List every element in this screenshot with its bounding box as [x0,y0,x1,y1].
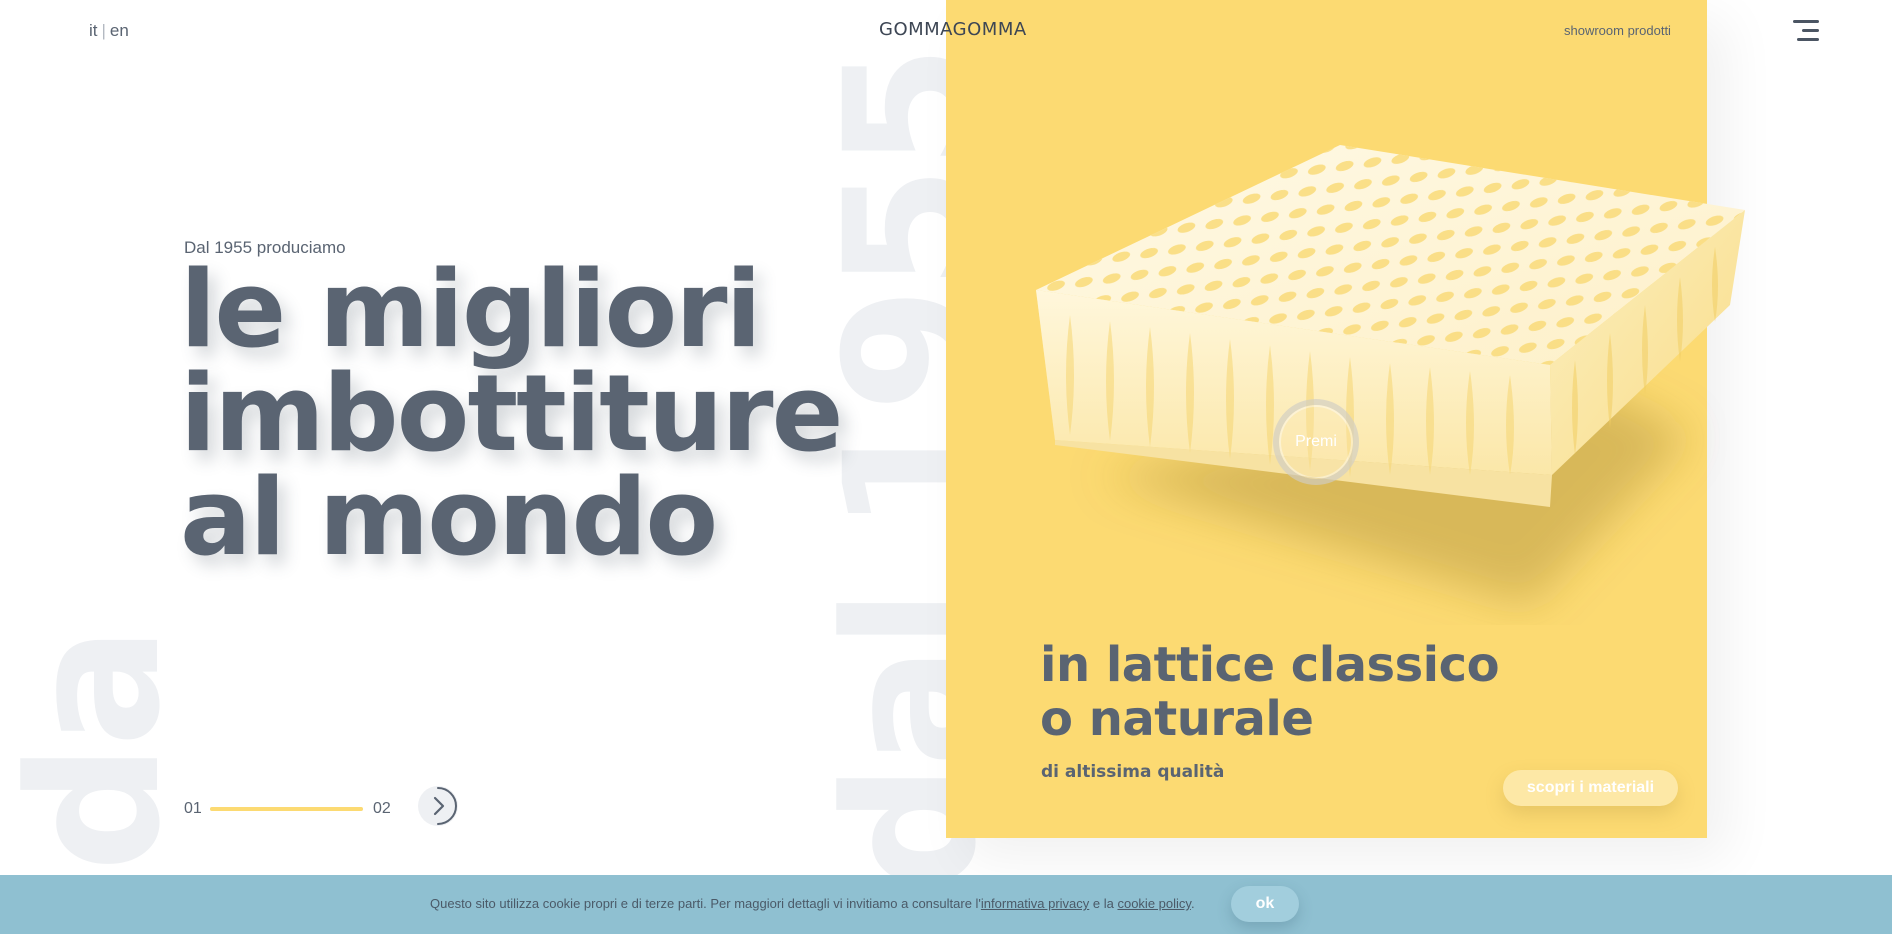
language-switcher: it | en [89,21,129,41]
background-word-da: da [0,629,200,872]
headline-line: al mondo [180,456,718,579]
cookie-accept-button[interactable]: ok [1231,886,1299,922]
panel-subtitle: di altissima qualità [1041,762,1225,782]
cookie-text-middle: e la [1089,896,1118,911]
headline-line: imbottiture [180,352,843,475]
hamburger-menu-icon[interactable] [1793,20,1819,42]
menu-line [1797,38,1819,41]
lang-it-link[interactable]: it [89,21,98,40]
next-slide-button[interactable] [418,786,458,826]
menu-line [1793,20,1819,23]
menu-line [1802,29,1819,32]
hero-headline: le migliori imbottiture al mondo [180,248,843,579]
slide-current-number: 01 [184,800,202,817]
cookie-text-after: . [1190,896,1195,911]
lang-separator: | [101,21,106,40]
panel-title-line: in lattice classico [1040,637,1500,693]
cookie-policy-link[interactable]: cookie policy [1117,896,1190,911]
brand-logo[interactable]: GOMMAGOMMA [879,19,1027,40]
latex-foam-block-image [1036,145,1745,605]
logo-text: GOMMAGOMMA [879,19,1027,40]
slide-progress-bar [210,807,363,811]
nav-showroom-link[interactable]: showroom prodotti [1564,23,1671,38]
cookie-banner: Questo sito utilizza cookie propri e di … [0,875,1892,934]
headline-line: le migliori [180,248,762,371]
panel-title-line: o naturale [1040,691,1314,747]
lang-en-link[interactable]: en [110,21,129,40]
slide-next-number: 02 [373,800,391,817]
cookie-text: Questo sito utilizza cookie propri e di … [430,896,1195,911]
chevron-right-icon [433,787,457,825]
slide-progress-fill [210,807,363,811]
premi-hotspot-button[interactable]: Premi [1273,399,1359,485]
cookie-text-before: Questo sito utilizza cookie propri e di … [430,896,981,911]
panel-title: in lattice classico o naturale [1040,637,1500,747]
privacy-policy-link[interactable]: informativa privacy [981,896,1089,911]
discover-materials-button[interactable]: scopri i materiali [1503,770,1678,806]
